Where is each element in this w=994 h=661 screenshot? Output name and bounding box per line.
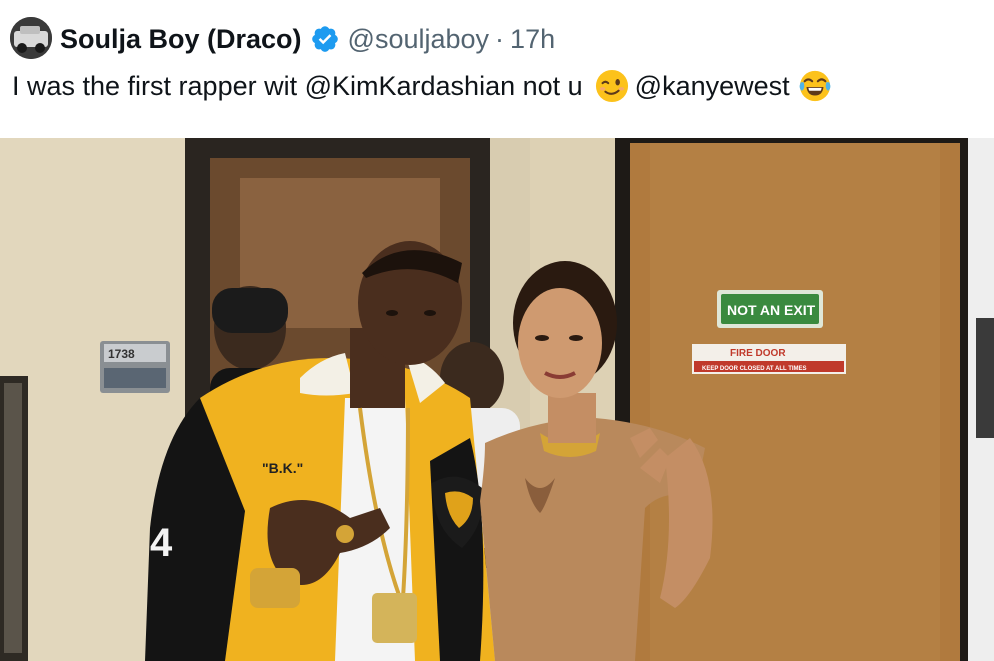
author-display-name[interactable]: Soulja Boy (Draco) xyxy=(60,24,302,55)
tweet-text: I was the first rapper wit @KimKardashia… xyxy=(12,66,984,106)
not-an-exit-sign: NOT AN EXIT xyxy=(717,290,823,328)
verified-badge-icon xyxy=(311,26,338,52)
not-an-exit-text: NOT AN EXIT xyxy=(727,302,816,318)
tweet-text-mention-kanye[interactable]: @kanyewest xyxy=(635,66,790,106)
tweet-photo[interactable]: 1738 NOT AN EXIT FIRE DOOR KEEP DOOR CLO… xyxy=(0,138,994,661)
avatar[interactable] xyxy=(10,17,52,59)
author-handle[interactable]: @souljaboy xyxy=(348,24,490,55)
tweet-timestamp[interactable]: 17h xyxy=(510,24,555,55)
winking-face-emoji-icon xyxy=(595,69,628,103)
jacket-text: "B.K." xyxy=(262,460,303,476)
room-number: 1738 xyxy=(108,347,135,361)
separator-dot: · xyxy=(495,23,505,54)
jacket-number: 4 xyxy=(150,521,173,565)
room-number-plaque: 1738 xyxy=(100,341,170,393)
fire-door-sign: FIRE DOOR KEEP DOOR CLOSED AT ALL TIMES xyxy=(692,344,846,374)
fire-door-text: FIRE DOOR xyxy=(730,348,786,359)
fire-door-subtext: KEEP DOOR CLOSED AT ALL TIMES xyxy=(702,366,807,372)
tweet-text-part1: I was the first rapper wit @KimKardashia… xyxy=(12,71,583,101)
avatar-photo-icon xyxy=(10,17,52,59)
tweet-header: Soulja Boy (Draco) @souljaboy · 17h I wa… xyxy=(0,0,994,138)
photo-scene: 1738 NOT AN EXIT FIRE DOOR KEEP DOOR CLO… xyxy=(0,138,994,661)
face-with-tears-of-joy-emoji-icon xyxy=(799,70,831,102)
author-row: Soulja Boy (Draco) @souljaboy · 17h xyxy=(60,19,555,59)
